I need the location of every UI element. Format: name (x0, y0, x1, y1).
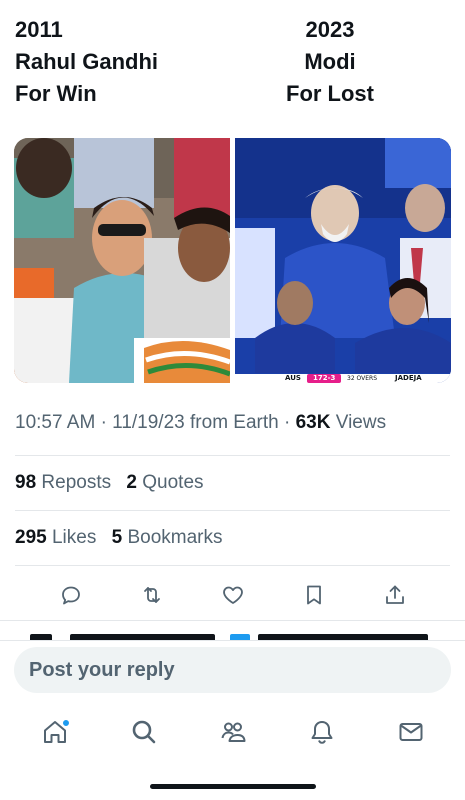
bookmark-icon (306, 585, 321, 605)
repost-stats: 98 Reposts 2 Quotes (15, 472, 214, 494)
quotes-count: 2 (126, 472, 137, 493)
search-icon (132, 720, 155, 744)
post-meta: 10:57 AM · 11/19/23 from Earth · 63K Vie… (15, 412, 386, 434)
scoreboard-team: AUS (285, 374, 301, 382)
left-caption-year: 2011 (15, 17, 63, 42)
photo-left-illustration (14, 138, 230, 383)
reposts-count: 98 (15, 472, 37, 493)
like-stats: 295 Likes 5 Bookmarks (15, 527, 233, 549)
scoreboard-player: JADEJA (395, 374, 422, 382)
reposts-label: Reposts (41, 472, 112, 493)
left-caption-name: Rahul Gandhi (15, 49, 158, 74)
reply-input[interactable]: Post your reply (14, 647, 451, 693)
tab-communities[interactable] (218, 717, 248, 747)
home-indicator[interactable] (150, 784, 316, 789)
photo-left[interactable] (14, 138, 230, 383)
likes-label: Likes (51, 527, 97, 548)
divider (0, 620, 465, 621)
post-time: 10:57 AM (15, 412, 96, 433)
views-count: 63K (295, 412, 331, 433)
reply-button[interactable] (57, 581, 85, 609)
like-icon (222, 586, 243, 604)
bookmarks-label: Bookmarks (127, 527, 223, 548)
bookmark-button[interactable] (300, 581, 328, 609)
divider (15, 510, 450, 511)
reply-composer: Post your reply (0, 640, 465, 704)
tab-notifications[interactable] (307, 717, 337, 747)
share-button[interactable] (381, 581, 409, 609)
repost-button[interactable] (138, 581, 166, 609)
messages-icon (399, 723, 422, 741)
reply-placeholder: Post your reply (29, 658, 175, 681)
divider (15, 455, 450, 456)
bookmarks-count: 5 (111, 527, 123, 548)
left-caption: 2011 Rahul Gandhi For Win (15, 14, 158, 110)
photo-right-illustration (235, 138, 451, 383)
likes-count: 295 (15, 527, 47, 548)
scoreboard-overs: 32 OVERS (347, 375, 378, 382)
right-caption-name: Modi (304, 49, 356, 74)
left-caption-outcome: For Win (15, 81, 97, 106)
post-source: from Earth (190, 412, 279, 433)
repost-icon (143, 587, 160, 603)
like-button[interactable] (219, 581, 247, 609)
bookmarks-link[interactable]: 5 Bookmarks (112, 527, 233, 548)
quotes-link[interactable]: 2 Quotes (126, 472, 213, 493)
share-icon (385, 585, 404, 604)
home-notification-dot (61, 719, 70, 727)
scoreboard-score: 172-3 (307, 374, 342, 383)
meta-separator: · (100, 412, 113, 433)
divider (15, 565, 450, 566)
next-reply-peek (30, 628, 430, 640)
tab-home[interactable] (40, 717, 70, 747)
tab-search[interactable] (129, 717, 159, 747)
views-label: Views (335, 412, 387, 433)
meta-separator: · (284, 412, 296, 433)
likes-link[interactable]: 295 Likes (15, 527, 112, 548)
quotes-label: Quotes (142, 472, 204, 493)
tab-messages[interactable] (396, 717, 426, 747)
bottom-tab-bar (0, 704, 465, 760)
photo-right[interactable]: AUS 172-3 32 OVERS JADEJA (235, 138, 451, 383)
post-action-bar (0, 578, 465, 612)
notifications-icon (311, 721, 332, 744)
reply-icon (61, 586, 80, 605)
post-date: 11/19/23 (112, 412, 185, 433)
communities-icon (221, 722, 245, 742)
right-caption: 2023 Modi For Lost (250, 14, 410, 110)
reposts-link[interactable]: 98 Reposts (15, 472, 126, 493)
right-caption-outcome: For Lost (286, 81, 374, 106)
right-caption-year: 2023 (305, 17, 355, 42)
scoreboard: AUS 172-3 32 OVERS JADEJA (235, 374, 451, 383)
